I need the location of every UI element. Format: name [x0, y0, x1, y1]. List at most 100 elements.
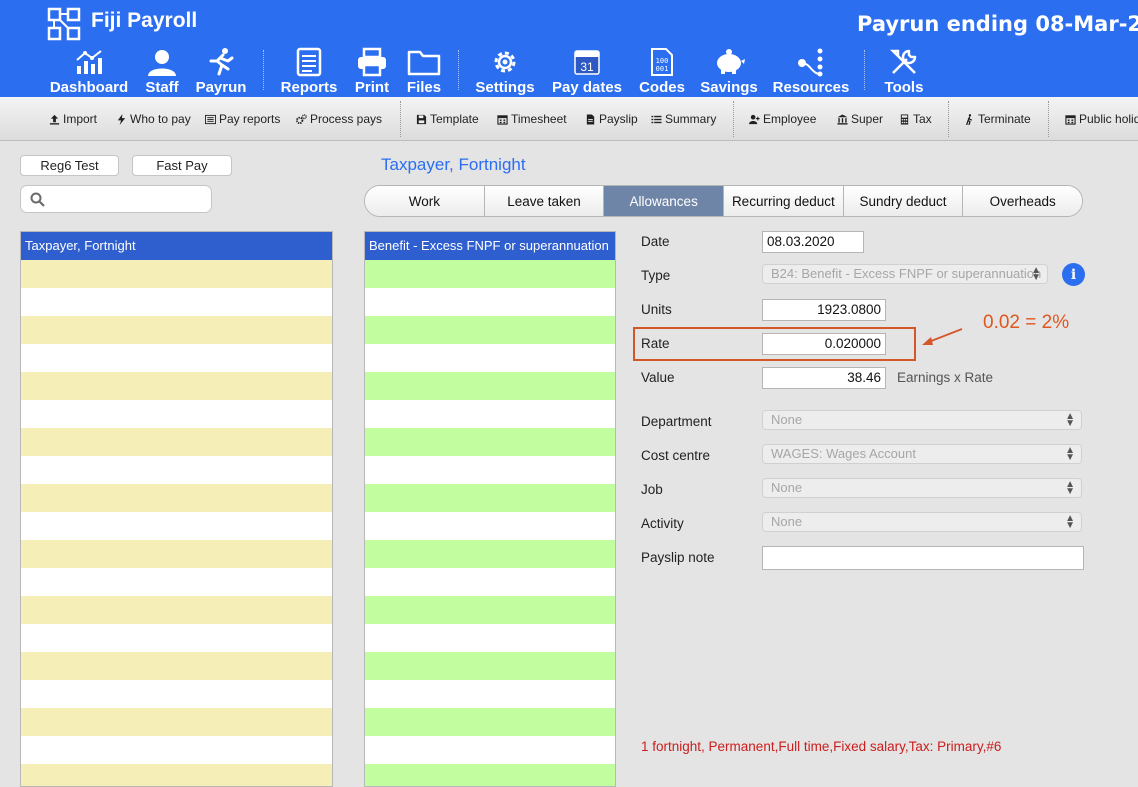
rate-annotation: 0.02 = 2%	[983, 312, 1070, 333]
toolbar-import[interactable]: Import	[49, 112, 97, 126]
list-row-empty	[21, 708, 332, 736]
list-row-empty	[21, 540, 332, 568]
codes-icon: 100001	[651, 48, 673, 76]
user-plus-icon	[749, 114, 760, 124]
toolbar-label: Who to pay	[130, 112, 191, 126]
toolbar-super[interactable]: Super	[837, 112, 883, 126]
allowance-list: Benefit - Excess FNPF or superannuation	[364, 231, 616, 787]
list-row-empty	[21, 400, 332, 428]
calendar-small-icon	[497, 114, 508, 125]
job-select[interactable]: None ▲ ▼	[762, 478, 1082, 498]
value-hint: Earnings x Rate	[897, 370, 994, 385]
nav-label: Files	[406, 79, 442, 96]
toolbar-summary[interactable]: Summary	[651, 112, 716, 126]
calendar-icon: 31	[574, 50, 600, 75]
app-header: Fiji Payroll Payrun ending 08-Mar-2020 D…	[0, 0, 1138, 97]
toolbar-tax[interactable]: Tax	[899, 112, 932, 126]
toolbar-terminate[interactable]: Terminate	[964, 112, 1031, 126]
piggy-bank-icon	[717, 49, 745, 74]
type-label: Type	[641, 268, 671, 283]
toolbar-process-pays[interactable]: Process pays	[296, 112, 382, 126]
tab-recurring-deduct[interactable]: Recurring deduct	[724, 186, 844, 216]
nav-tools[interactable]: Tools	[882, 46, 926, 97]
nav-payrun[interactable]: Payrun	[195, 46, 247, 97]
info-icon[interactable]: i	[1062, 263, 1085, 286]
toolbar-who-to-pay[interactable]: Who to pay	[116, 112, 191, 126]
save-icon	[416, 114, 427, 124]
list-row-empty	[365, 400, 615, 428]
type-select[interactable]: B24: Benefit - Excess FNPF or superannua…	[762, 264, 1048, 284]
nav-print[interactable]: Print	[352, 46, 392, 97]
list-row-empty	[365, 596, 615, 624]
nav-staff[interactable]: Staff	[142, 46, 182, 97]
toolbar-employee[interactable]: Employee	[749, 112, 816, 126]
list-row-empty	[21, 456, 332, 484]
units-field[interactable]: 1923.0800	[762, 299, 886, 321]
upload-icon	[49, 114, 60, 125]
list-row-empty	[21, 624, 332, 652]
list-row-empty	[365, 708, 615, 736]
department-select[interactable]: None ▲ ▼	[762, 410, 1082, 430]
resources-icon	[798, 48, 823, 77]
nav-label: Settings	[475, 79, 535, 96]
nav-pay-dates[interactable]: 31 Pay dates	[552, 46, 622, 97]
toolbar-pay-reports[interactable]: Pay reports	[205, 112, 280, 126]
payrun-title: Payrun ending 08-Mar-2020	[857, 12, 1138, 36]
reg6-test-button[interactable]: Reg6 Test	[20, 155, 119, 176]
list-row-empty	[365, 652, 615, 680]
nav-savings[interactable]: Savings	[700, 46, 758, 97]
value-field[interactable]: 38.46	[762, 367, 886, 389]
toolbar-payslip[interactable]: Payslip	[585, 112, 638, 126]
nav-label: Reports	[280, 79, 338, 96]
cost-centre-select[interactable]: WAGES: Wages Account ▲ ▼	[762, 444, 1082, 464]
activity-value: None	[771, 514, 803, 529]
chevron-updown-icon: ▲ ▼	[1065, 411, 1075, 429]
tab-overheads[interactable]: Overheads	[963, 186, 1082, 216]
nav-resources[interactable]: Resources	[772, 46, 850, 97]
cost-centre-label: Cost centre	[641, 448, 711, 463]
rate-field[interactable]: 0.020000	[762, 333, 886, 355]
toolbar-label: Import	[63, 112, 98, 126]
toolbar-template[interactable]: Template	[416, 112, 479, 126]
list-row-empty	[365, 568, 615, 596]
activity-select[interactable]: None ▲ ▼	[762, 512, 1082, 532]
svg-text:100: 100	[656, 57, 669, 65]
staff-icon	[148, 50, 176, 76]
cogs-icon	[296, 113, 307, 124]
tab-sundry-deduct[interactable]: Sundry deduct	[843, 186, 964, 216]
search-field[interactable]	[20, 185, 212, 213]
nav-dashboard[interactable]: Dashboard	[50, 46, 128, 97]
list-row-empty	[365, 680, 615, 708]
reports-icon	[296, 47, 322, 77]
toolbar-label: Public holidays	[1079, 112, 1138, 126]
fast-pay-button[interactable]: Fast Pay	[132, 155, 232, 176]
employee-row[interactable]: Taxpayer, Fortnight	[21, 232, 332, 260]
list-row-empty	[365, 484, 615, 512]
list-row-empty	[21, 344, 332, 372]
toolbar-public-holidays[interactable]: Public holidays	[1065, 112, 1138, 126]
job-label: Job	[641, 482, 663, 497]
toolbar-label: Payslip	[599, 112, 638, 126]
payslip-note-field[interactable]	[762, 546, 1084, 570]
list-row-empty	[21, 736, 332, 764]
nav-reports[interactable]: Reports	[279, 46, 339, 97]
document-icon	[586, 113, 595, 125]
search-icon	[30, 192, 45, 207]
toolbar-timesheet[interactable]: Timesheet	[497, 112, 567, 126]
toolbar-label: Super	[851, 112, 884, 126]
date-field[interactable]: 08.03.2020	[762, 231, 864, 253]
allowance-row[interactable]: Benefit - Excess FNPF or superannuation	[365, 232, 615, 260]
chevron-updown-icon: ▲ ▼	[1065, 513, 1075, 531]
tab-leave-taken[interactable]: Leave taken	[484, 186, 605, 216]
nav-label: Payrun	[195, 79, 247, 96]
tab-allowances[interactable]: Allowances	[604, 186, 725, 216]
nav-label: Staff	[145, 79, 179, 96]
tab-work[interactable]: Work	[365, 186, 485, 216]
nav-files[interactable]: Files	[404, 46, 444, 97]
nav-label: Resources	[772, 79, 850, 96]
nav-codes[interactable]: 100 001 Codes	[639, 46, 685, 97]
activity-label: Activity	[641, 516, 684, 531]
list-row-empty	[365, 260, 615, 288]
nav-settings[interactable]: Settings	[474, 46, 536, 97]
list-row-empty	[365, 428, 615, 456]
